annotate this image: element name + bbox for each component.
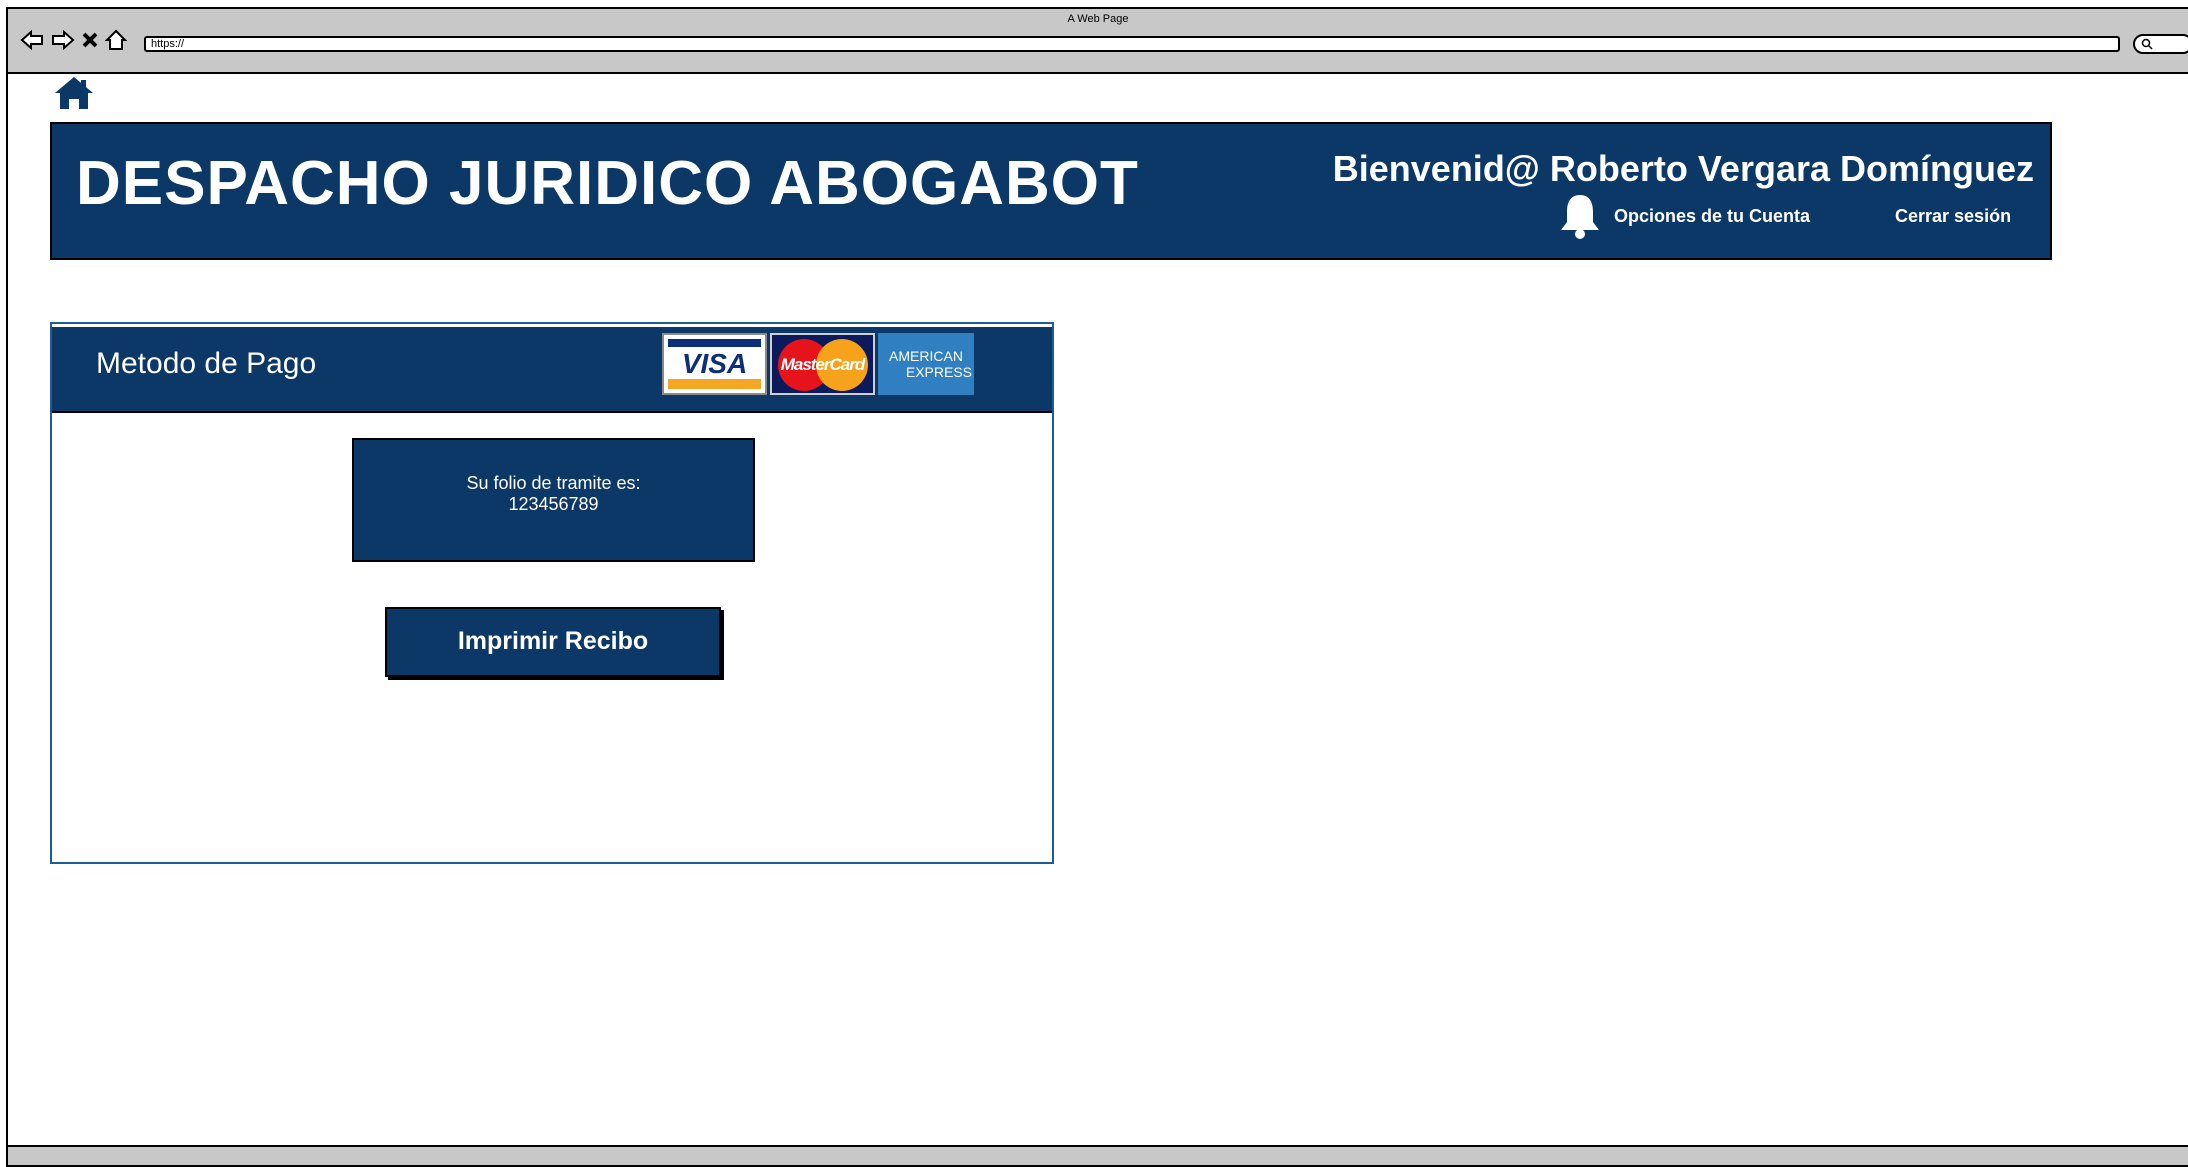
browser-chrome: A Web Page https://	[8, 9, 2188, 74]
browser-status-bar	[8, 1145, 2188, 1165]
mastercard-logo: MasterCard	[770, 333, 875, 395]
home-nav-icon[interactable]	[105, 29, 127, 51]
payment-method-title: Metodo de Pago	[96, 347, 317, 380]
folio-number: 123456789	[508, 494, 599, 514]
folio-box: Su folio de tramite es: 123456789	[352, 438, 755, 562]
print-receipt-button[interactable]: Imprimir Recibo	[385, 607, 721, 677]
brand-title: DESPACHO JURIDICO ABOGABOT	[76, 149, 1139, 218]
site-header: DESPACHO JURIDICO ABOGABOT Bienvenid@ Ro…	[50, 122, 2052, 260]
browser-search-button[interactable]	[2133, 34, 2188, 54]
folio-label: Su folio de tramite es:	[466, 473, 641, 493]
amex-logo: AMERICAN EXPRESS	[878, 333, 974, 395]
payment-panel-header: Metodo de Pago VISA MasterCard AMERICAN …	[52, 327, 1052, 413]
visa-logo: VISA	[662, 333, 767, 395]
home-icon[interactable]	[53, 75, 95, 116]
url-input[interactable]: https://	[144, 36, 2120, 52]
stop-icon[interactable]	[82, 31, 98, 49]
account-options-link[interactable]: Opciones de tu Cuenta	[1614, 206, 1810, 227]
logout-link[interactable]: Cerrar sesión	[1895, 206, 2011, 227]
window-title: A Web Page	[1067, 13, 1129, 25]
payment-panel: Metodo de Pago VISA MasterCard AMERICAN …	[50, 322, 1054, 864]
welcome-message: Bienvenid@ Roberto Vergara Domínguez	[1332, 148, 2034, 189]
search-icon	[2141, 38, 2153, 53]
back-icon[interactable]	[20, 30, 44, 50]
nav-controls	[20, 29, 127, 51]
card-logos: VISA MasterCard AMERICAN EXPRESS	[662, 333, 974, 395]
forward-icon[interactable]	[51, 30, 75, 50]
bell-icon[interactable]	[1558, 192, 1602, 245]
